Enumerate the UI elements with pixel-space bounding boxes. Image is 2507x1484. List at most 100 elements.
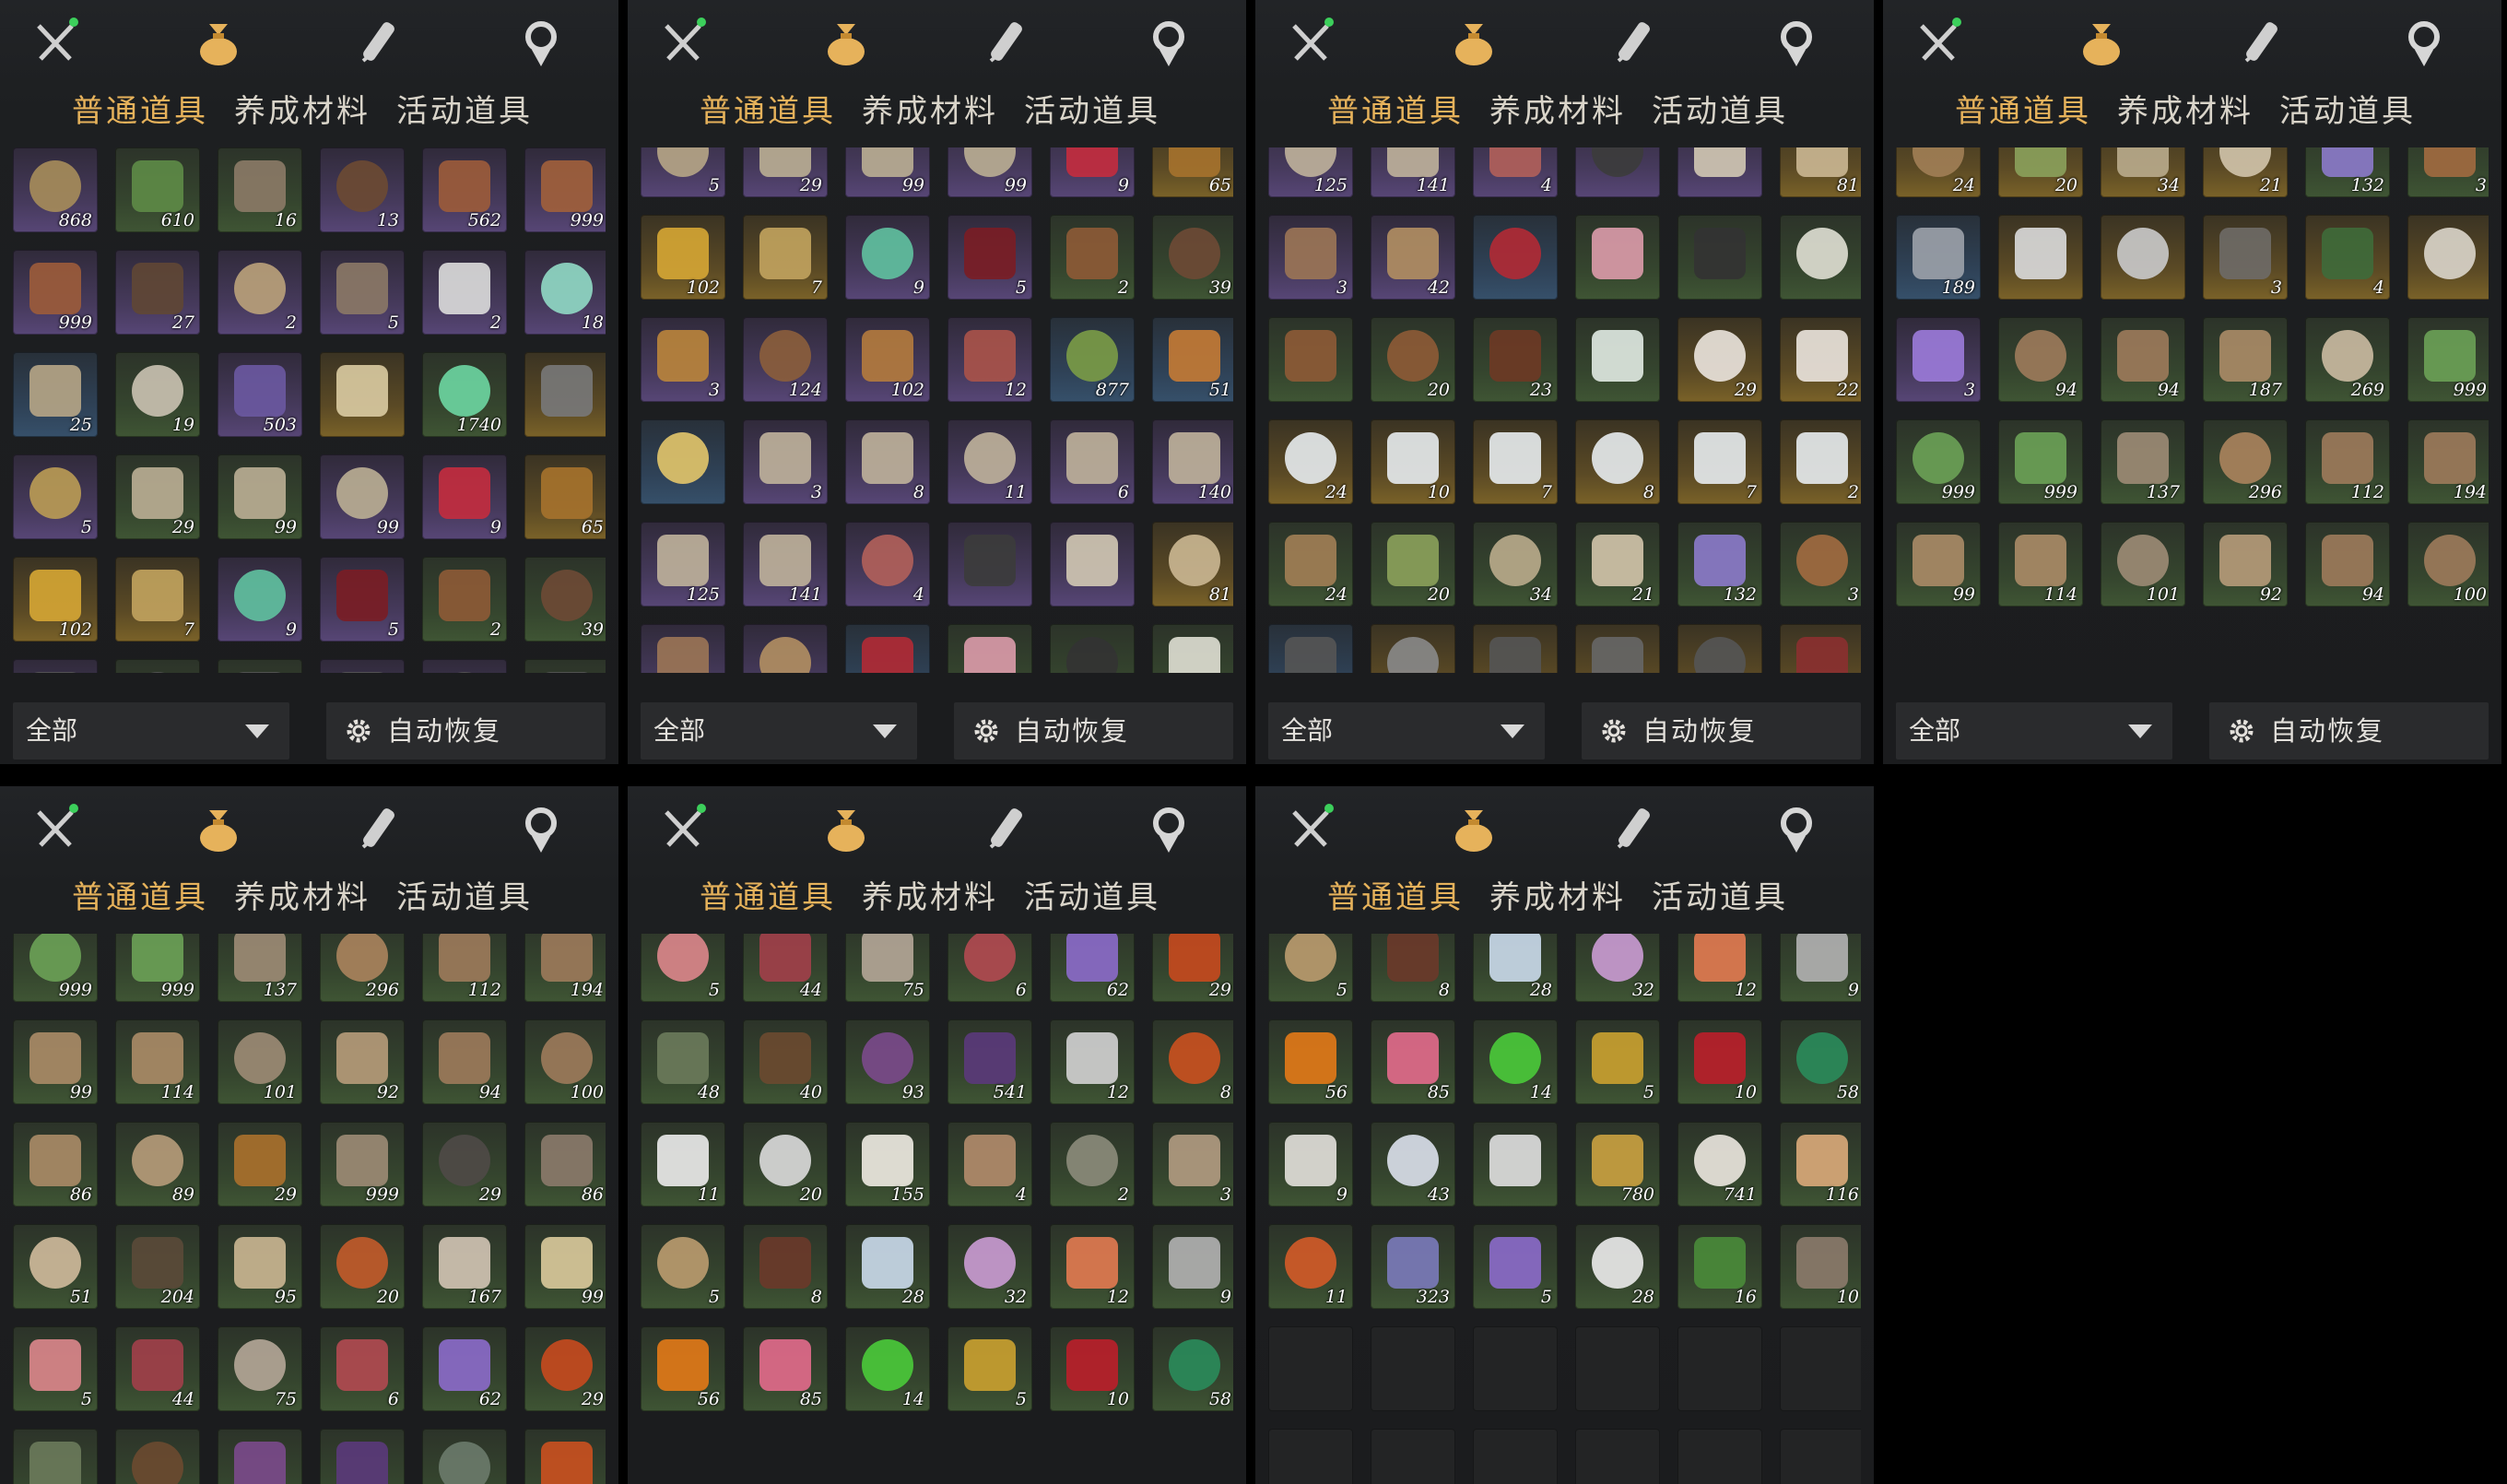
tab-1[interactable]: 普通道具 [1327,90,1464,133]
item-slot[interactable]: 102 [845,317,930,402]
tab-1[interactable]: 普通道具 [700,877,836,919]
item-bag-icon[interactable] [191,801,246,856]
item-slot[interactable] [1575,317,1660,402]
item-slot[interactable] [1677,624,1762,673]
item-slot[interactable]: 29 [115,454,200,539]
item-slot[interactable] [1780,624,1861,673]
item-slot[interactable]: 6 [947,934,1032,1002]
item-slot[interactable] [115,659,200,673]
filter-dropdown[interactable]: 全部 [641,702,917,760]
tab-1[interactable]: 普通道具 [72,877,208,919]
item-slot[interactable]: 12 [1050,1224,1135,1309]
item-slot[interactable]: 9 [1050,147,1135,197]
item-slot[interactable]: 22 [1780,317,1861,402]
item-slot[interactable]: 132 [2305,147,2390,197]
item-slot[interactable]: 95 [218,1224,302,1309]
weapon-icon[interactable] [1283,801,1338,856]
item-slot[interactable]: 877 [1050,317,1135,402]
item-slot[interactable]: 5 [641,147,725,197]
item-slot[interactable] [1050,624,1135,673]
item-slot[interactable]: 8 [845,419,930,504]
item-slot[interactable]: 51 [1152,317,1233,402]
item-slot[interactable] [1268,624,1353,673]
item-slot[interactable]: 4 [2305,215,2390,300]
item-slot[interactable]: 28 [1575,1224,1660,1309]
item-slot[interactable]: 5 [13,454,98,539]
weapon-icon[interactable] [655,801,711,856]
weapon-icon[interactable] [1911,15,1966,70]
item-slot[interactable]: 187 [2203,317,2288,402]
item-slot[interactable]: 999 [524,147,606,232]
item-slot[interactable]: 999 [1896,419,1981,504]
item-slot[interactable]: 14 [1473,1019,1558,1104]
item-slot[interactable]: 5 [947,1326,1032,1411]
item-slot[interactable]: 7 [1677,419,1762,504]
item-slot[interactable]: 21 [2203,147,2288,197]
item-slot[interactable]: 29 [1152,934,1233,1002]
item-slot[interactable]: 48 [641,1019,725,1104]
item-slot[interactable]: 89 [115,1122,200,1207]
item-bag-icon[interactable] [1446,801,1501,856]
item-slot[interactable]: 16 [218,147,302,232]
weapon-icon[interactable] [28,801,83,856]
item-slot[interactable]: 94 [2305,522,2390,607]
item-slot[interactable]: 32 [1575,934,1660,1002]
item-slot[interactable]: 24 [1896,147,1981,197]
item-slot[interactable]: 13 [320,147,405,232]
item-slot[interactable]: 7 [115,557,200,642]
item-slot[interactable]: 3 [2203,215,2288,300]
item-slot[interactable]: 9 [422,454,507,539]
item-slot[interactable]: 75 [218,1326,302,1411]
item-slot[interactable]: 999 [115,934,200,1002]
item-slot[interactable] [1677,215,1762,300]
item-slot[interactable]: 140 [1152,419,1233,504]
skill-icon[interactable] [1141,801,1196,856]
item-slot[interactable]: 20 [320,1224,405,1309]
item-slot[interactable]: 10 [1677,1019,1762,1104]
item-slot[interactable]: 11 [1268,1224,1353,1309]
item-slot[interactable]: 100 [524,1019,606,1104]
item-slot[interactable]: 112 [2305,419,2390,504]
item-slot[interactable]: 94 [422,1019,507,1104]
item-slot[interactable]: 75 [845,934,930,1002]
item-slot[interactable]: 56 [641,1326,725,1411]
item-slot[interactable] [1575,624,1660,673]
item-slot[interactable]: 137 [2101,419,2185,504]
item-slot[interactable]: 112 [422,934,507,1002]
item-slot[interactable]: 24 [1268,522,1353,607]
tab-3[interactable]: 活动道具 [2279,90,2416,133]
item-slot[interactable]: 868 [13,147,98,232]
weapon-icon[interactable] [1283,15,1338,70]
item-slot[interactable] [524,352,606,437]
item-slot[interactable]: 42 [743,624,828,673]
item-slot[interactable]: 137 [218,934,302,1002]
item-slot[interactable] [1780,215,1861,300]
item-slot[interactable]: 3 [1152,1122,1233,1207]
item-slot[interactable]: 29 [218,1122,302,1207]
item-slot[interactable]: 81 [1780,147,1861,197]
item-slot[interactable]: 7 [743,215,828,300]
item-slot[interactable]: 12 [1050,1019,1135,1104]
tab-3[interactable]: 活动道具 [1024,90,1160,133]
scroll-icon[interactable] [352,15,407,70]
item-slot[interactable]: 34 [1473,522,1558,607]
weapon-icon[interactable] [655,15,711,70]
item-slot[interactable]: 3 [641,624,725,673]
item-slot[interactable]: 999 [13,250,98,335]
item-slot[interactable]: 503 [218,352,302,437]
item-slot[interactable]: 10 [1371,419,1455,504]
item-slot[interactable]: 11 [641,1122,725,1207]
item-slot[interactable]: 9 [1780,934,1861,1002]
item-bag-icon[interactable] [191,15,246,70]
item-slot[interactable]: 6 [1050,419,1135,504]
item-slot[interactable]: 29 [1677,317,1762,402]
item-slot[interactable]: 29 [743,147,828,197]
item-slot[interactable]: 99 [947,147,1032,197]
item-slot[interactable]: 20 [1371,522,1455,607]
auto-restore-button[interactable]: 自动恢复 [1582,702,1861,760]
item-slot[interactable]: 94 [2101,317,2185,402]
item-slot[interactable]: 132 [1677,522,1762,607]
skill-icon[interactable] [1769,15,1824,70]
item-slot[interactable]: 5 [641,1224,725,1309]
item-slot[interactable]: 125 [641,522,725,607]
